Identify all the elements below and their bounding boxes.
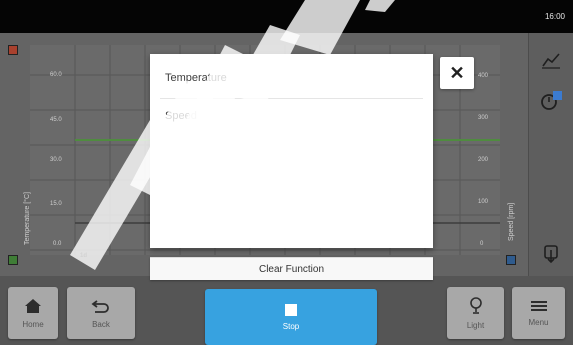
- y-right-tick: 400: [478, 73, 489, 79]
- chart-view-button[interactable]: [535, 45, 567, 75]
- light-button[interactable]: Light: [447, 287, 504, 339]
- stop-square-icon: [285, 303, 297, 316]
- y-left-tick: 45.0: [50, 117, 62, 123]
- back-label: Back: [92, 319, 110, 329]
- timer-button[interactable]: [535, 85, 567, 115]
- y-left-axis-title: Temperature [°C]: [24, 192, 31, 245]
- home-label: Home: [22, 319, 44, 329]
- option-divider: [160, 98, 423, 99]
- back-button[interactable]: Back: [67, 287, 135, 339]
- close-dialog-button[interactable]: ✕: [440, 57, 474, 89]
- export-button[interactable]: [535, 239, 567, 269]
- temperature-marker-bottom: [8, 255, 18, 265]
- select-function-dialog: Temperature Speed: [150, 54, 433, 248]
- line-chart-icon: [542, 53, 560, 69]
- close-icon: ✕: [449, 62, 465, 83]
- clear-function-button[interactable]: Clear Function: [150, 257, 433, 280]
- y-right-axis-title: Speed [rpm]: [508, 202, 515, 241]
- menu-button[interactable]: Menu: [512, 287, 565, 339]
- y-right-tick: 300: [478, 115, 489, 121]
- bottom-toolbar: Home Back Stop Light Menu: [0, 276, 573, 345]
- hamburger-menu-icon: [530, 300, 547, 311]
- y-right-tick: 200: [478, 157, 489, 163]
- stop-button[interactable]: Stop: [205, 289, 377, 345]
- menu-label: Menu: [528, 317, 549, 327]
- home-button[interactable]: Home: [8, 287, 58, 339]
- chart-tools: [528, 33, 573, 276]
- clock: 16:00: [544, 12, 565, 21]
- x-tick: 1d: [80, 253, 88, 259]
- home-icon: [25, 298, 41, 313]
- export-icon: [544, 245, 558, 264]
- clear-function-label: Clear Function: [258, 263, 325, 275]
- y-right-tick: 0: [480, 241, 484, 247]
- status-bar: 16:00: [0, 0, 573, 33]
- speed-marker: [506, 255, 516, 265]
- temperature-marker: [8, 45, 18, 55]
- option-speed[interactable]: Speed: [165, 110, 197, 122]
- y-left-tick: 60.0: [50, 72, 62, 78]
- stop-label: Stop: [282, 321, 300, 331]
- light-label: Light: [466, 320, 485, 330]
- device-screen: 16:00 60.0 45.0 30.0 15.0 0.0 400 300 20…: [0, 0, 573, 345]
- option-temperature[interactable]: Temperature: [165, 72, 227, 84]
- y-left-tick: 15.0: [50, 201, 62, 207]
- lightbulb-icon: [469, 296, 482, 314]
- timer-icon: [541, 91, 562, 110]
- y-left-tick: 30.0: [50, 157, 62, 163]
- back-arrow-icon: [91, 299, 109, 313]
- y-right-tick: 100: [478, 199, 489, 205]
- y-left-tick: 0.0: [53, 241, 62, 247]
